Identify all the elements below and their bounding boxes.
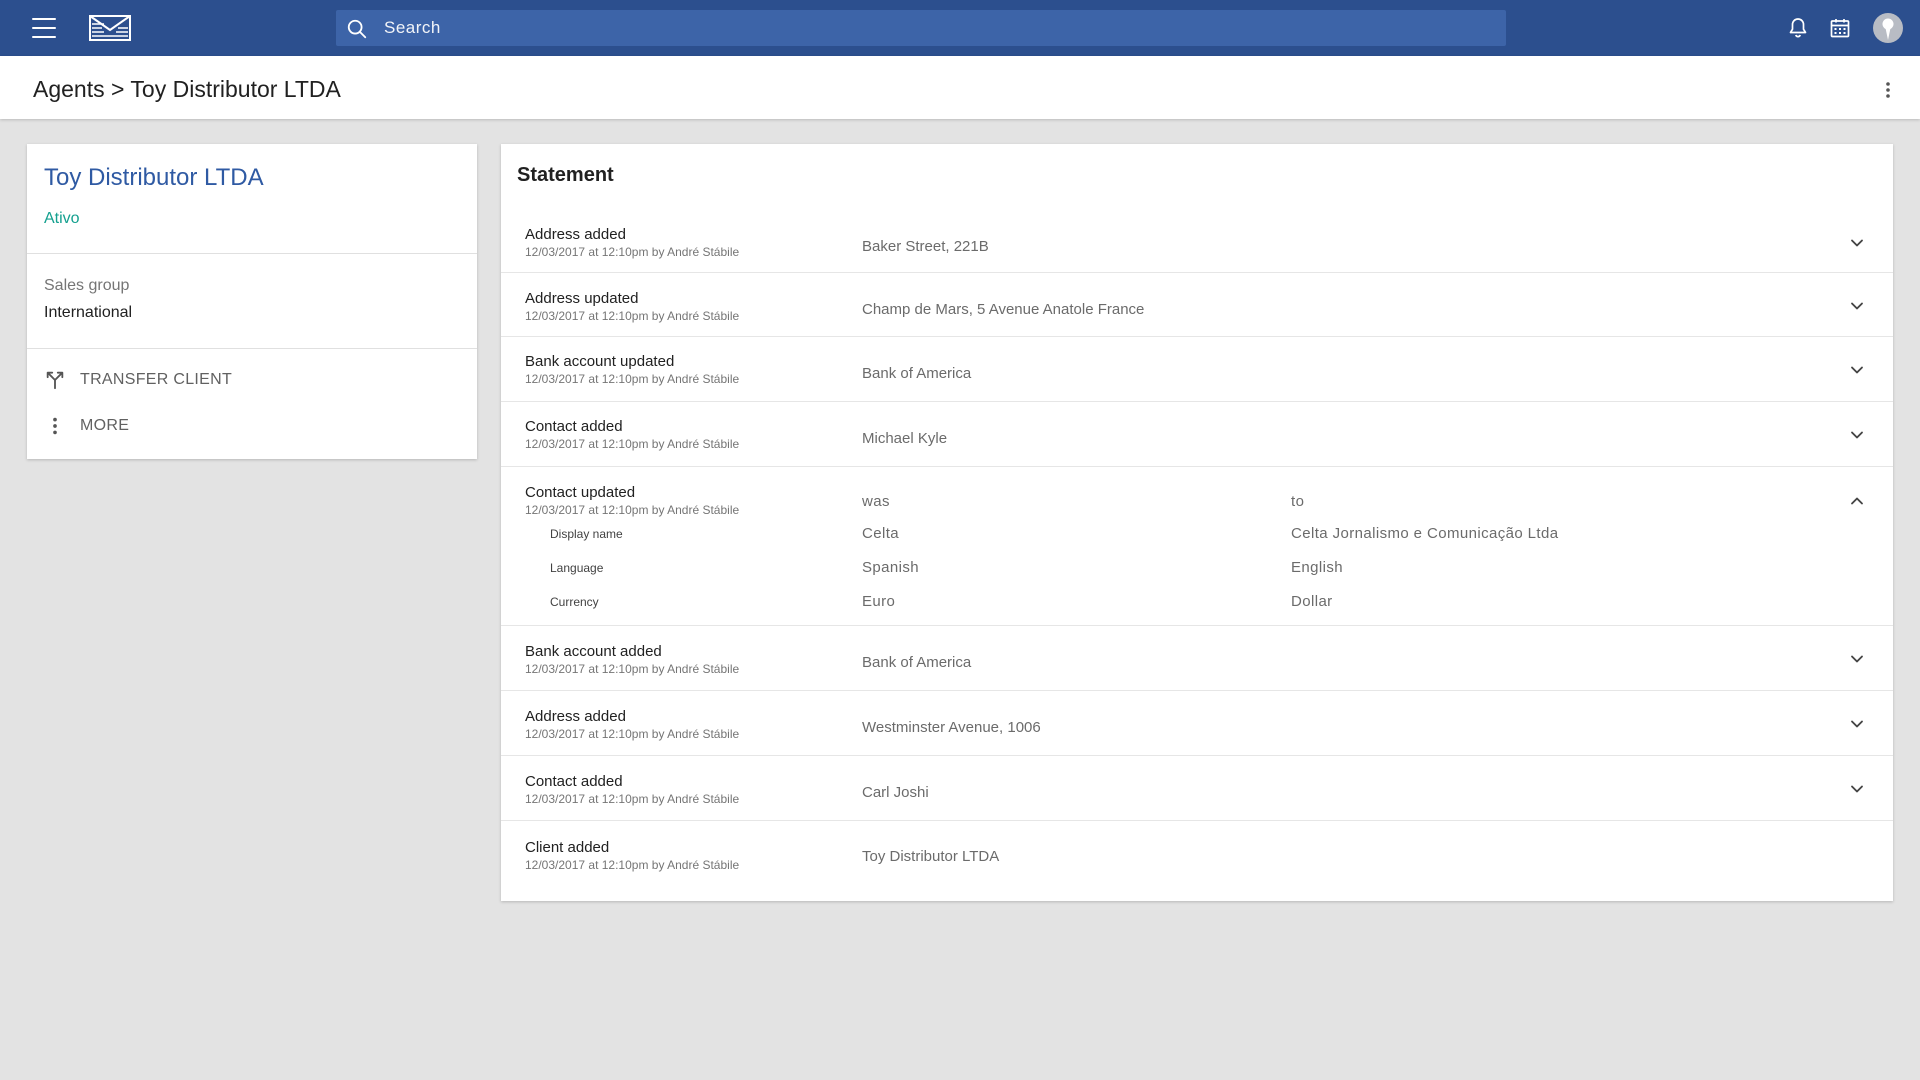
event-title: Address added [525,708,626,725]
was-column-header: was [862,493,890,510]
event-title: Address updated [525,290,639,307]
event-title: Bank account added [525,643,662,660]
event-meta: 12/03/2017 at 12:10pm by André Stábile [525,727,740,741]
chevron-down-icon[interactable] [1847,714,1867,734]
client-name: Toy Distributor LTDA [44,164,264,191]
chevron-up-icon[interactable] [1847,491,1867,511]
statement-row: Client added 12/03/2017 at 12:10pm by An… [501,821,1893,887]
chevron-down-icon[interactable] [1847,233,1867,253]
user-icon [1882,18,1894,40]
breadcrumb-current: Toy Distributor LTDA [130,76,341,102]
more-vert-icon[interactable] [1876,78,1900,102]
event-meta: 12/03/2017 at 12:10pm by André Stábile [525,503,740,517]
event-meta: 12/03/2017 at 12:10pm by André Stábile [525,858,740,872]
statement-row[interactable]: Bank account updated 12/03/2017 at 12:10… [501,337,1893,402]
avatar[interactable] [1873,13,1903,43]
event-meta: 12/03/2017 at 12:10pm by André Stábile [525,792,740,806]
sales-group-value: International [44,304,133,321]
statement-row[interactable]: Contact added 12/03/2017 at 12:10pm by A… [501,756,1893,821]
divider [27,348,477,349]
event-meta: 12/03/2017 at 12:10pm by André Stábile [525,245,740,259]
change-was-value: Spanish [862,559,920,576]
event-title: Bank account updated [525,353,675,370]
event-value: Carl Joshi [862,784,929,801]
event-value: Champ de Mars, 5 Avenue Anatole France [862,301,1145,318]
event-value: Bank of America [862,365,972,382]
change-field-label: Currency [550,595,599,609]
statement-row[interactable]: Contact added 12/03/2017 at 12:10pm by A… [501,402,1893,467]
event-meta: 12/03/2017 at 12:10pm by André Stábile [525,309,740,323]
statement-title: Statement [517,164,614,186]
breadcrumb-agents-link[interactable]: Agents [33,76,105,102]
search-input[interactable] [384,10,1484,46]
breadcrumb: Agents > Toy Distributor LTDA [33,76,341,103]
sales-group-label: Sales group [44,277,130,294]
transfer-icon [44,369,66,391]
change-was-value: Celta [862,525,900,542]
change-field-label: Language [550,561,604,575]
page-header: Agents > Toy Distributor LTDA [0,56,1920,119]
event-meta: 12/03/2017 at 12:10pm by André Stábile [525,372,740,386]
change-was-value: Euro [862,593,896,610]
statement-row[interactable]: Address added 12/03/2017 at 12:10pm by A… [501,208,1893,273]
chevron-down-icon[interactable] [1847,649,1867,669]
event-title: Contact added [525,773,623,790]
menu-icon[interactable] [30,16,58,40]
change-field-label: Display name [550,527,623,541]
statement-row[interactable]: Bank account added 12/03/2017 at 12:10pm… [501,626,1893,691]
bell-icon[interactable] [1786,16,1810,40]
more-button[interactable]: MORE [44,411,344,441]
to-column-header: to [1291,493,1305,510]
transfer-client-button[interactable]: TRANSFER CLIENT [44,365,344,395]
more-vert-icon [44,415,66,437]
statement-row-expanded[interactable]: Contact updated 12/03/2017 at 12:10pm by… [501,467,1893,626]
chevron-down-icon[interactable] [1847,425,1867,445]
calendar-icon[interactable] [1828,16,1852,40]
chevron-down-icon[interactable] [1847,779,1867,799]
transfer-client-label: TRANSFER CLIENT [80,371,233,388]
app-logo[interactable] [88,14,132,42]
chevron-down-icon[interactable] [1847,360,1867,380]
change-to-value: Dollar [1291,593,1333,610]
client-status: Ativo [44,210,80,227]
event-value: Toy Distributor LTDA [862,848,1000,865]
chevron-down-icon[interactable] [1847,296,1867,316]
statement-row[interactable]: Address updated 12/03/2017 at 12:10pm by… [501,273,1893,337]
event-meta: 12/03/2017 at 12:10pm by André Stábile [525,437,740,451]
event-title: Client added [525,839,610,856]
top-app-bar [0,0,1920,56]
breadcrumb-separator: > [111,76,125,102]
event-value: Westminster Avenue, 1006 [862,719,1041,736]
event-title: Contact added [525,418,623,435]
client-card: Toy Distributor LTDA Ativo Sales group I… [27,144,477,459]
event-value: Michael Kyle [862,430,948,447]
change-to-value: English [1291,559,1343,576]
more-label: MORE [80,417,130,434]
event-meta: 12/03/2017 at 12:10pm by André Stábile [525,662,740,676]
search-icon[interactable] [346,18,368,40]
search-bar[interactable] [336,10,1506,46]
event-title: Contact updated [525,484,636,501]
event-value: Baker Street, 221B [862,238,989,255]
divider [27,253,477,254]
event-title: Address added [525,226,626,243]
event-value: Bank of America [862,654,972,671]
statement-card: Statement Address added 12/03/2017 at 12… [501,144,1893,901]
statement-row[interactable]: Address added 12/03/2017 at 12:10pm by A… [501,691,1893,756]
change-to-value: Celta Jornalismo e Comunicação Ltda [1291,525,1559,542]
